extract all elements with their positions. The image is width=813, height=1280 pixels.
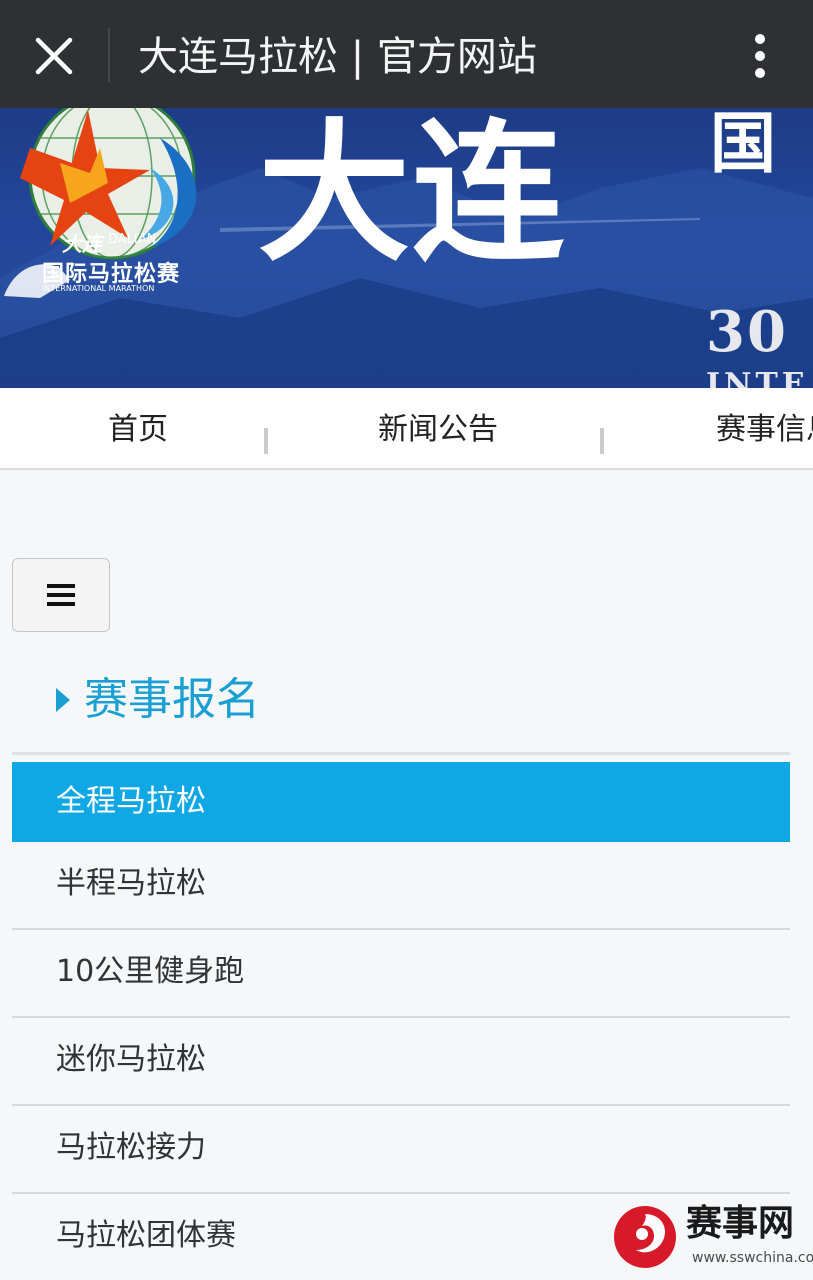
more-options-icon[interactable] xyxy=(738,30,782,82)
section-title: 赛事报名 xyxy=(84,674,260,725)
section-header: 赛事报名 xyxy=(56,670,260,730)
watermark-logo-icon xyxy=(614,1206,676,1268)
list-item-relay[interactable]: 马拉松接力 xyxy=(12,1106,790,1194)
list-item-half-marathon[interactable]: 半程马拉松 xyxy=(12,842,790,930)
toolbar-divider xyxy=(108,28,110,82)
hero-banner: 大连 DALIAN 国际马拉松赛 INTERNATIONAL MARATHON … xyxy=(0,108,813,388)
logo-text-dalian: 大连 xyxy=(62,232,102,256)
nav-item-event-info[interactable]: 赛事信息 xyxy=(716,410,813,450)
list-item-10k[interactable]: 10公里健身跑 xyxy=(12,930,790,1018)
watermark-url: www.sswchina.com xyxy=(692,1250,813,1266)
list-item-label: 全程马拉松 xyxy=(56,784,206,819)
nav-separator xyxy=(600,428,604,454)
caret-right-icon xyxy=(56,688,70,712)
list-item-full-marathon[interactable]: 全程马拉松 xyxy=(12,762,790,842)
section-divider xyxy=(12,752,790,755)
logo-text-dalian-en: DALIAN xyxy=(108,232,157,247)
hamburger-menu-button[interactable] xyxy=(12,558,110,632)
nav-separator xyxy=(264,428,268,454)
list-item-label: 马拉松团体赛 xyxy=(56,1218,236,1253)
app-bar: 大连马拉松 | 官方网站 xyxy=(0,0,813,108)
banner-title: 大连 xyxy=(258,108,566,282)
banner-edition-number: 30 xyxy=(706,299,788,365)
watermark: 赛事网 www.sswchina.com xyxy=(612,1200,813,1274)
list-item-mini-marathon[interactable]: 迷你马拉松 xyxy=(12,1018,790,1106)
nav-item-home[interactable]: 首页 xyxy=(108,410,168,450)
list-item-label: 半程马拉松 xyxy=(56,866,206,901)
hamburger-icon xyxy=(47,584,75,606)
main-nav: 首页 新闻公告 赛事信息 xyxy=(0,388,813,470)
banner-char: 国 xyxy=(710,108,776,182)
page-title: 大连马拉松 | 官方网站 xyxy=(138,34,537,80)
nav-item-news[interactable]: 新闻公告 xyxy=(378,410,498,450)
list-item-label: 迷你马拉松 xyxy=(56,1042,206,1077)
logo-text-event-en: INTERNATIONAL MARATHON xyxy=(42,284,155,293)
list-item-label: 马拉松接力 xyxy=(56,1130,206,1165)
banner-subtitle: INTE xyxy=(706,367,809,389)
watermark-name: 赛事网 xyxy=(686,1203,795,1244)
list-item-label: 10公里健身跑 xyxy=(56,954,245,989)
close-icon[interactable] xyxy=(30,32,78,80)
